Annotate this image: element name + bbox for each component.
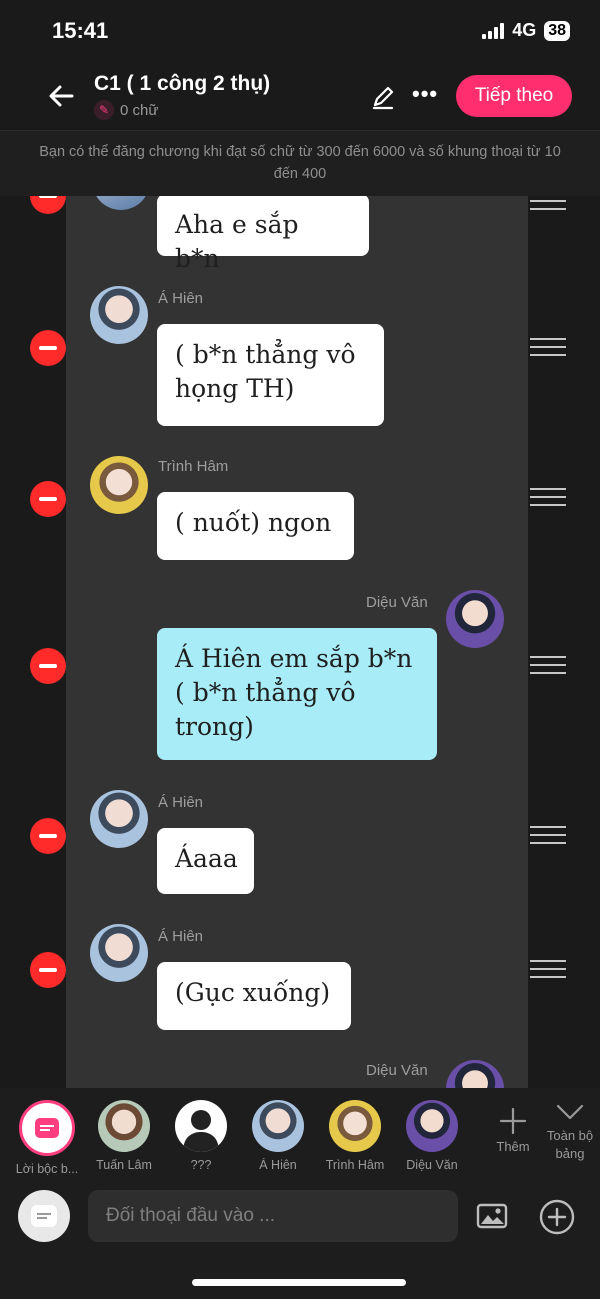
add-character-label: Thêm bbox=[496, 1139, 530, 1154]
home-indicator[interactable] bbox=[192, 1279, 406, 1286]
chevron-down-icon bbox=[556, 1104, 584, 1120]
avatar-a-hien[interactable] bbox=[90, 286, 148, 344]
character-name: Á Hiên bbox=[259, 1158, 297, 1172]
pencil-badge-icon: ✎ bbox=[94, 100, 114, 120]
speaker-name: Trình Hâm bbox=[158, 458, 229, 475]
avatar-trinh-ham bbox=[329, 1100, 381, 1152]
dialogue-input[interactable] bbox=[88, 1190, 458, 1242]
speaker-name: Diệu Văn bbox=[366, 594, 428, 611]
character-name: ??? bbox=[190, 1158, 212, 1172]
plus-icon bbox=[499, 1107, 527, 1135]
remove-line-button[interactable] bbox=[30, 196, 66, 214]
narration-icon bbox=[31, 1205, 57, 1227]
character-narration[interactable]: Lời bộc b... bbox=[8, 1100, 86, 1176]
character-tuan-lam[interactable]: Tuấn Lâm bbox=[85, 1100, 163, 1172]
word-count-label: 0 chữ bbox=[120, 101, 159, 119]
drag-handle-icon[interactable] bbox=[530, 656, 566, 678]
character-name: Lời bộc b... bbox=[15, 1162, 79, 1176]
input-row bbox=[0, 1188, 600, 1246]
character-name: Trình Hâm bbox=[325, 1158, 385, 1172]
chapter-title: C1 ( 1 công 2 thụ) bbox=[94, 72, 271, 95]
drag-handle-icon[interactable] bbox=[530, 960, 566, 982]
dialogue-bubble[interactable]: Áaaa bbox=[157, 828, 254, 894]
avatar-trinh-ham[interactable] bbox=[90, 456, 148, 514]
character-trinh-ham[interactable]: Trình Hâm bbox=[316, 1100, 394, 1172]
drag-handle-icon[interactable] bbox=[530, 488, 566, 510]
character-unknown[interactable]: ??? bbox=[162, 1100, 240, 1172]
next-button[interactable]: Tiếp theo bbox=[456, 75, 572, 117]
dialogue-bubble[interactable]: (Gục xuống) bbox=[157, 962, 351, 1030]
dialogue-list[interactable]: Aha e sắp b*n Á Hiên ( b*n thẳng vô họng… bbox=[0, 196, 600, 1088]
character-panel: Lời bộc b... Tuấn Lâm ??? Á Hiên Trình H… bbox=[0, 1088, 600, 1299]
add-circle-icon[interactable] bbox=[538, 1198, 576, 1236]
battery-icon: 38 bbox=[544, 20, 570, 41]
character-a-hien[interactable]: Á Hiên bbox=[239, 1100, 317, 1172]
more-options-icon[interactable]: ••• bbox=[412, 81, 438, 107]
character-name: Tuấn Lâm bbox=[96, 1158, 152, 1172]
editor-header: C1 ( 1 công 2 thụ) ✎ 0 chữ ••• Tiếp theo bbox=[0, 64, 600, 130]
remove-line-button[interactable] bbox=[30, 648, 66, 684]
avatar-tuan-lam bbox=[98, 1100, 150, 1152]
speaker-name: Á Hiên bbox=[158, 290, 204, 307]
avatar-a-hien[interactable] bbox=[90, 924, 148, 982]
status-bar: 15:41 4G 38 bbox=[0, 0, 600, 64]
image-icon[interactable] bbox=[476, 1202, 508, 1230]
speaker-name: Á Hiên bbox=[158, 794, 204, 811]
status-icons: 4G 38 bbox=[482, 20, 570, 41]
avatar-placeholder-icon bbox=[175, 1100, 227, 1152]
remove-line-button[interactable] bbox=[30, 330, 66, 366]
show-all-button[interactable]: Toàn bộ bảng bbox=[540, 1102, 600, 1163]
dialogue-bubble[interactable]: ( nuốt) ngon bbox=[157, 492, 354, 560]
show-all-label: Toàn bộ bảng bbox=[546, 1128, 594, 1161]
character-name: Diệu Văn bbox=[406, 1158, 458, 1172]
narration-toggle-button[interactable] bbox=[18, 1190, 70, 1242]
remove-line-button[interactable] bbox=[30, 481, 66, 517]
drag-handle-icon[interactable] bbox=[530, 338, 566, 360]
speaker-name: Diệu Văn bbox=[366, 1062, 428, 1079]
avatar-dieu-van[interactable] bbox=[446, 590, 504, 648]
word-count: ✎ 0 chữ bbox=[94, 100, 158, 120]
narration-icon bbox=[19, 1100, 75, 1156]
add-character-button[interactable]: Thêm bbox=[484, 1106, 542, 1154]
remove-line-button[interactable] bbox=[30, 952, 66, 988]
dialogue-bubble[interactable]: Á Hiên em sắp b*n ( b*n thẳng vô trong) bbox=[157, 628, 437, 760]
back-arrow-icon[interactable] bbox=[44, 78, 80, 114]
character-dieu-van[interactable]: Diệu Văn bbox=[393, 1100, 471, 1172]
avatar-a-hien[interactable] bbox=[90, 790, 148, 848]
signal-icon bbox=[482, 22, 505, 39]
avatar-a-hien bbox=[252, 1100, 304, 1152]
status-time: 15:41 bbox=[52, 18, 109, 43]
edit-pencil-icon[interactable] bbox=[370, 84, 396, 110]
network-label: 4G bbox=[512, 20, 537, 40]
notice-text: Bạn có thể đăng chương khi đạt số chữ từ… bbox=[39, 144, 561, 182]
dialogue-bubble[interactable]: Aha e sắp b*n bbox=[157, 196, 369, 273]
chapter-requirement-notice: Bạn có thể đăng chương khi đạt số chữ từ… bbox=[0, 130, 600, 196]
drag-handle-icon[interactable] bbox=[530, 196, 566, 214]
dialogue-bubble[interactable]: ( b*n thẳng vô họng TH) bbox=[157, 324, 384, 426]
avatar-dieu-van bbox=[406, 1100, 458, 1152]
drag-handle-icon[interactable] bbox=[530, 826, 566, 848]
remove-line-button[interactable] bbox=[30, 818, 66, 854]
speaker-name: Á Hiên bbox=[158, 928, 204, 945]
